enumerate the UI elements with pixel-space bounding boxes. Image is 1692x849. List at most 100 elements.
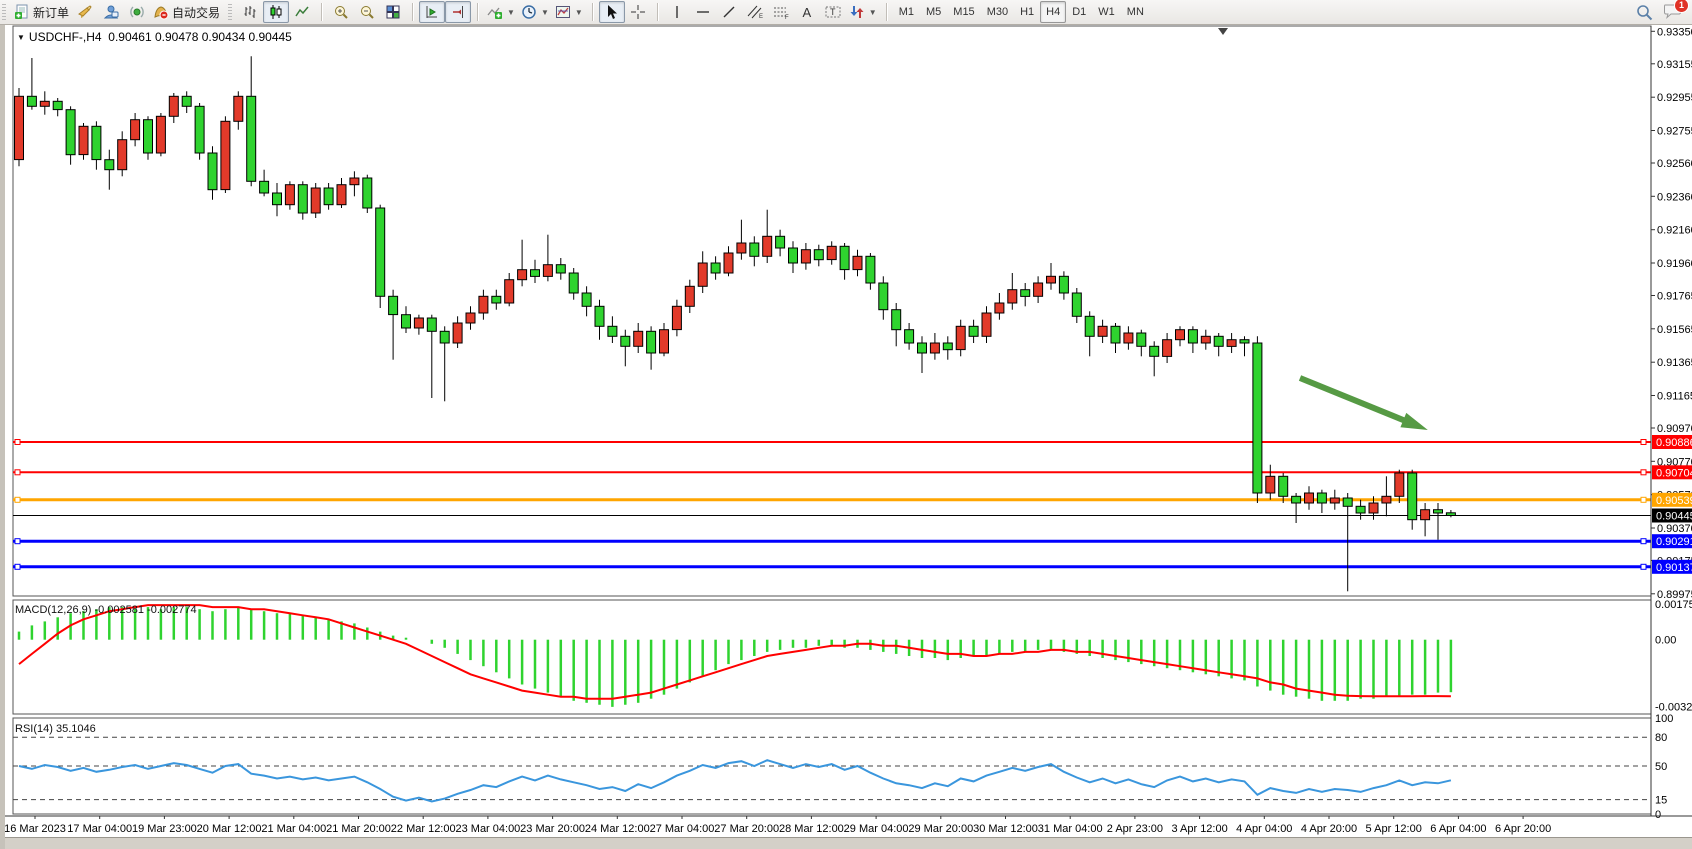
timeframe-d1[interactable]: D1: [1066, 1, 1092, 23]
publisher-button[interactable]: [98, 1, 124, 23]
chat-button[interactable]: 1: [1663, 3, 1682, 22]
candle: [543, 265, 552, 277]
timeframe-m15[interactable]: M15: [947, 1, 980, 23]
candle: [1072, 293, 1081, 316]
toolbar-grip[interactable]: [228, 4, 232, 20]
insert-group: ▼ ▼ ▼: [481, 0, 589, 24]
candle: [15, 96, 24, 159]
candle: [982, 313, 991, 336]
candle: [1059, 276, 1068, 293]
candle: [698, 263, 707, 286]
candlestick-icon: [268, 4, 284, 20]
candle: [247, 96, 256, 181]
candle: [892, 310, 901, 330]
price-axis[interactable]: 0.933500.931550.929550.927550.925600.923…: [1651, 24, 1692, 838]
candle: [414, 318, 423, 328]
candlestick-chart-button[interactable]: [263, 1, 289, 23]
candle: [918, 343, 927, 353]
svg-text:50: 50: [1655, 761, 1667, 773]
svg-text:6 Apr 04:00: 6 Apr 04:00: [1430, 823, 1486, 835]
candle: [1111, 326, 1120, 343]
chevron-down-icon: ▼: [17, 33, 25, 42]
candle: [337, 185, 346, 205]
svg-text:0.91565: 0.91565: [1657, 324, 1692, 336]
timeframe-h1[interactable]: H1: [1014, 1, 1040, 23]
new-order-button[interactable]: 新订单: [11, 1, 72, 23]
timeframe-m1[interactable]: M1: [893, 1, 920, 23]
candle: [1227, 340, 1236, 347]
candle: [1317, 493, 1326, 503]
svg-text:29 Mar 20:00: 29 Mar 20:00: [908, 823, 973, 835]
candle: [1214, 336, 1223, 346]
candle: [1369, 503, 1378, 513]
svg-text:6 Apr 20:00: 6 Apr 20:00: [1495, 823, 1551, 835]
svg-text:20 Mar 12:00: 20 Mar 12:00: [197, 823, 262, 835]
candle: [285, 185, 294, 205]
templates-button[interactable]: ▼: [552, 1, 586, 23]
svg-text:0.90970: 0.90970: [1657, 423, 1692, 435]
fibonacci-button[interactable]: F: [768, 1, 794, 23]
cursor-button[interactable]: [599, 1, 625, 23]
horizontal-line-button[interactable]: [690, 1, 716, 23]
timeframe-m5[interactable]: M5: [920, 1, 947, 23]
svg-text:0.91765: 0.91765: [1657, 291, 1692, 303]
candle: [1047, 276, 1056, 283]
svg-text:0.92755: 0.92755: [1657, 126, 1692, 138]
candle: [647, 331, 656, 353]
svg-text:30 Mar 12:00: 30 Mar 12:00: [973, 823, 1038, 835]
autotrading-label: 自动交易: [172, 4, 220, 21]
horizontal-line-icon: [695, 4, 711, 20]
chart-shift-button[interactable]: [445, 1, 471, 23]
candle: [427, 318, 436, 331]
zoom-in-button[interactable]: [328, 1, 354, 23]
candle: [118, 140, 127, 170]
channel-button[interactable]: E: [742, 1, 768, 23]
svg-text:0.93155: 0.93155: [1657, 59, 1692, 71]
crosshair-button[interactable]: [625, 1, 651, 23]
candle: [1201, 336, 1210, 343]
text-label-button[interactable]: T: [820, 1, 846, 23]
search-icon[interactable]: [1636, 4, 1653, 21]
autoscroll-button[interactable]: [419, 1, 445, 23]
timeframe-m30[interactable]: M30: [981, 1, 1014, 23]
chart-window[interactable]: ▼USDCHF-,H4 0.90461 0.90478 0.90434 0.90…: [0, 24, 1692, 849]
new-order-label: 新订单: [33, 4, 69, 21]
chart-type-group: [234, 0, 318, 24]
candle: [608, 326, 617, 336]
svg-text:0.90445: 0.90445: [1656, 511, 1692, 523]
zoom-out-button[interactable]: [354, 1, 380, 23]
candle: [1098, 326, 1107, 336]
timeframe-w1[interactable]: W1: [1092, 1, 1121, 23]
candle: [814, 250, 823, 260]
vertical-line-button[interactable]: [664, 1, 690, 23]
candle: [79, 126, 88, 154]
candle: [53, 101, 62, 109]
line-chart-button[interactable]: [289, 1, 315, 23]
periods-button[interactable]: ▼: [518, 1, 552, 23]
timeframe-h4[interactable]: H4: [1040, 1, 1066, 23]
timeframe-mn[interactable]: MN: [1121, 1, 1150, 23]
open-value: 0.90461: [108, 30, 151, 44]
macd-label: MACD(12,26,9) -0.002581 -0.002774: [15, 604, 197, 616]
window-bottom-edge: [5, 837, 1692, 849]
indicators-button[interactable]: ▼: [484, 1, 518, 23]
candle: [853, 256, 862, 269]
svg-text:4 Apr 20:00: 4 Apr 20:00: [1301, 823, 1357, 835]
svg-text:27 Mar 20:00: 27 Mar 20:00: [714, 823, 779, 835]
candle: [1266, 476, 1275, 493]
signal-icon: [129, 4, 145, 20]
candle: [169, 96, 178, 116]
toolbar-grip[interactable]: [2, 4, 6, 20]
autotrading-button[interactable]: 自动交易: [150, 1, 223, 23]
symbol-period-label: USDCHF-,H4: [29, 30, 102, 44]
tile-windows-button[interactable]: [380, 1, 406, 23]
metaeditor-button[interactable]: [72, 1, 98, 23]
candle: [1137, 333, 1146, 346]
arrows-tool-button[interactable]: ▼: [846, 1, 880, 23]
text-button[interactable]: A: [794, 1, 820, 23]
trendline-button[interactable]: [716, 1, 742, 23]
bar-chart-button[interactable]: [237, 1, 263, 23]
candle: [1021, 290, 1030, 297]
signal-button[interactable]: [124, 1, 150, 23]
price-chart[interactable]: 0.933500.931550.929550.927550.925600.923…: [5, 24, 1692, 838]
